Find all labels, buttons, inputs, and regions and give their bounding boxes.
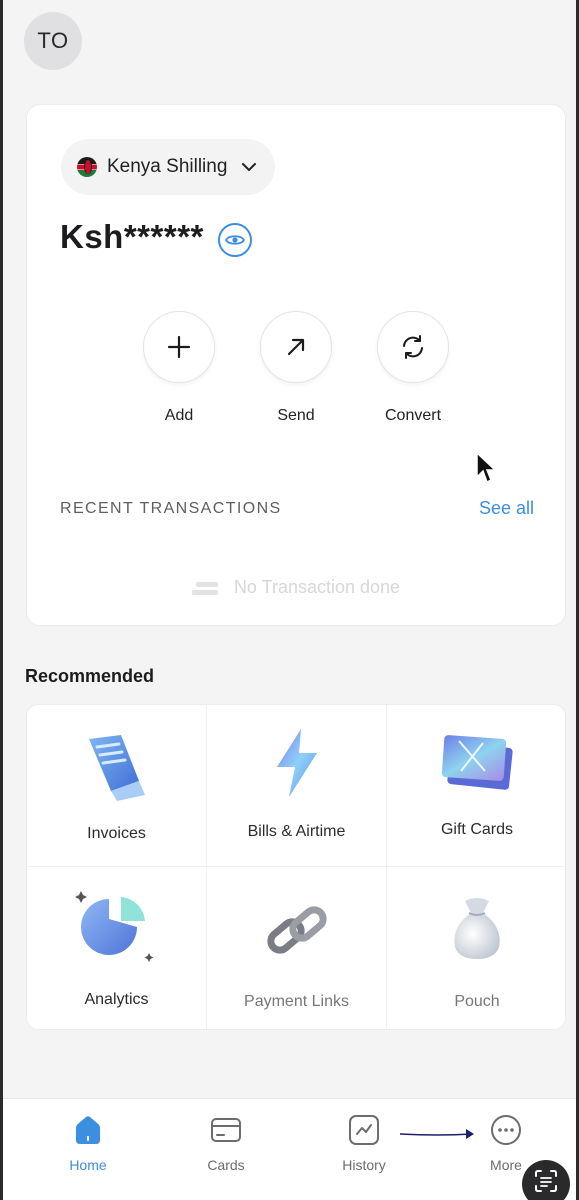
send-label: Send — [277, 407, 315, 424]
add-button[interactable]: Add — [119, 311, 239, 425]
nav-history-label: History — [342, 1157, 386, 1173]
nav-home-label: Home — [69, 1157, 107, 1173]
scan-button[interactable] — [522, 1160, 570, 1200]
gift-card-icon — [441, 735, 513, 790]
refresh-icon — [403, 335, 423, 359]
empty-transactions-text: No Transaction done — [233, 577, 401, 597]
convert-label: Convert — [384, 407, 442, 424]
nav-cards-label: Cards — [207, 1157, 245, 1173]
add-circle[interactable] — [143, 311, 215, 383]
gift-cards-tile[interactable]: Gift Cards — [387, 705, 565, 867]
empty-transactions: No Transaction done — [27, 577, 565, 598]
nav-home[interactable]: Home — [33, 1099, 143, 1173]
money-bag-icon — [454, 898, 500, 959]
analytics-tile[interactable]: Analytics — [27, 867, 207, 1029]
arrow-up-right-icon — [287, 338, 305, 356]
see-all-link[interactable]: See all — [479, 498, 534, 519]
nav-cards[interactable]: Cards — [171, 1099, 281, 1173]
payment-links-label: Payment Links — [244, 993, 349, 1010]
scan-icon — [535, 1170, 557, 1192]
frame-edge-left — [0, 0, 3, 1200]
avatar[interactable]: TO — [24, 12, 82, 70]
invoice-icon — [88, 735, 145, 801]
history-icon — [347, 1113, 381, 1147]
chevron-down-icon — [241, 159, 257, 175]
eye-icon[interactable] — [217, 223, 252, 257]
home-icon — [71, 1113, 105, 1147]
send-button[interactable]: Send — [236, 311, 356, 425]
convert-circle[interactable] — [377, 311, 449, 383]
convert-button[interactable]: Convert — [353, 311, 473, 425]
invoices-label: Invoices — [87, 825, 146, 842]
chain-link-icon — [266, 906, 327, 954]
add-label: Add — [164, 407, 194, 424]
balance-amount: Ksh****** — [60, 218, 204, 255]
currency-selector[interactable]: Kenya Shilling — [61, 139, 276, 195]
lightning-icon — [276, 729, 317, 797]
gift-cards-label: Gift Cards — [440, 821, 513, 838]
bills-airtime-tile[interactable]: Bills & Airtime — [207, 705, 387, 867]
pie-chart-icon — [74, 891, 153, 962]
bills-airtime-label: Bills & Airtime — [247, 823, 346, 840]
invoices-tile[interactable]: Invoices — [27, 705, 207, 867]
payment-links-tile[interactable]: Payment Links — [207, 867, 387, 1029]
recent-transactions-title: RECENT TRANSACTIONS — [60, 499, 282, 517]
send-circle[interactable] — [260, 311, 332, 383]
plus-icon — [167, 335, 191, 359]
kenya-flag-icon — [77, 157, 97, 177]
card-icon — [209, 1113, 243, 1147]
analytics-label: Analytics — [84, 991, 149, 1008]
mouse-cursor-icon — [476, 452, 497, 484]
recommended-title: Recommended — [25, 666, 155, 686]
balance-row: Ksh****** — [60, 217, 252, 257]
bottom-navigation: Home Cards History More — [3, 1098, 576, 1200]
recent-transactions-header: RECENT TRANSACTIONS See all — [60, 498, 534, 519]
pouch-tile[interactable]: Pouch — [387, 867, 565, 1029]
empty-list-icon — [191, 580, 218, 596]
recommended-grid: Invoices Bills & Airtime Gift Cards Anal… — [26, 704, 566, 1030]
more-icon — [489, 1113, 523, 1147]
currency-label: Kenya Shilling — [107, 156, 228, 177]
wallet-card: Kenya Shilling Ksh****** Add Send Conver… — [26, 104, 566, 626]
annotation-arrow-icon — [399, 1129, 474, 1139]
pouch-label: Pouch — [454, 993, 500, 1010]
